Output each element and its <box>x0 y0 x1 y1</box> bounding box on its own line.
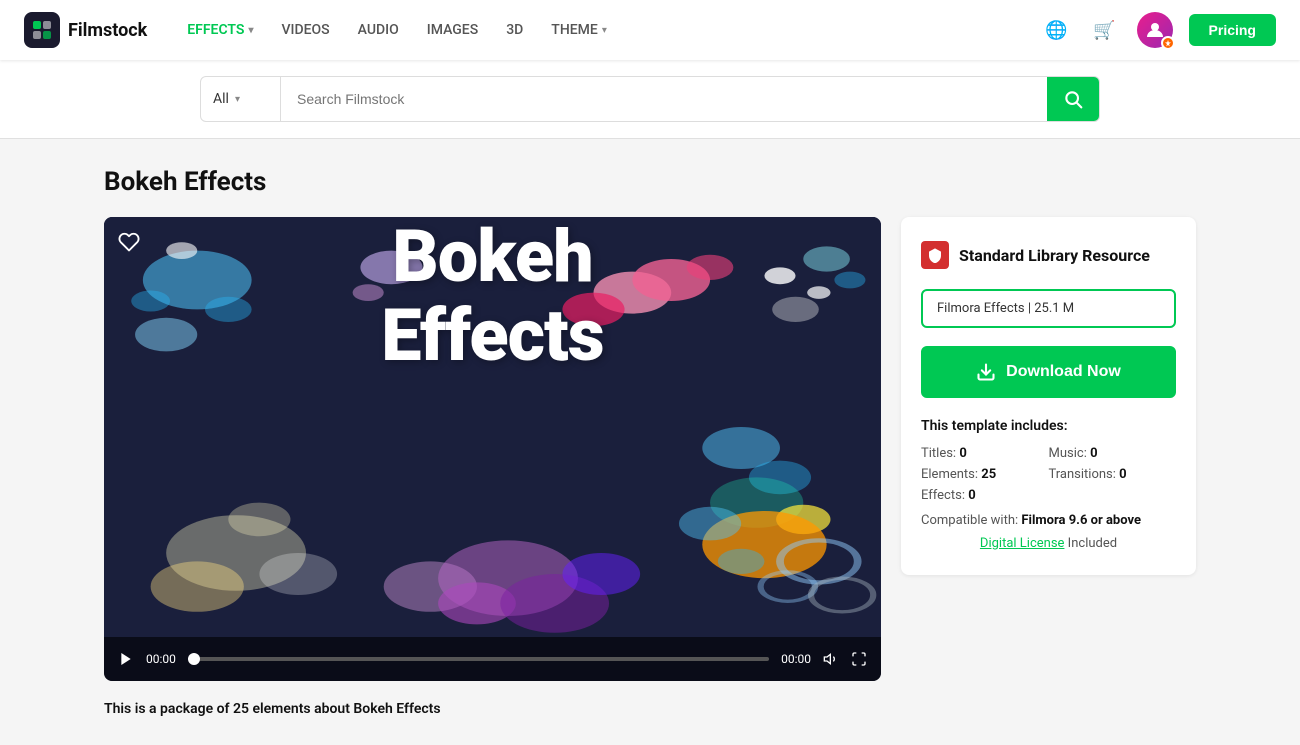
avatar[interactable] <box>1137 12 1173 48</box>
download-icon <box>976 362 996 382</box>
nav-theme[interactable]: THEME ▾ <box>539 14 619 46</box>
main-nav: EFFECTS ▾ VIDEOS AUDIO IMAGES 3D THEME ▾ <box>175 14 1040 46</box>
license-row: Digital License Included <box>921 536 1176 551</box>
play-button[interactable] <box>118 651 134 667</box>
logo-text: Filmstock <box>68 20 147 41</box>
video-controls: 00:00 00:00 <box>104 637 881 681</box>
volume-button[interactable] <box>823 651 839 667</box>
transitions-label: Transitions: 0 <box>1049 467 1177 482</box>
music-label: Music: 0 <box>1049 446 1177 461</box>
video-container: Bokeh Effects 00:00 00:00 <box>104 217 881 681</box>
filter-chevron-icon: ▾ <box>235 94 240 105</box>
video-area[interactable]: Bokeh Effects <box>104 217 881 637</box>
search-button[interactable] <box>1047 77 1099 121</box>
fullscreen-button[interactable] <box>851 651 867 667</box>
theme-chevron-icon: ▾ <box>602 25 607 36</box>
page-description: This is a package of 25 elements about B… <box>104 701 1196 717</box>
search-section: All ▾ <box>0 60 1300 139</box>
meta-grid: Titles: 0 Music: 0 Elements: 25 Transiti… <box>921 446 1176 503</box>
resource-label: Standard Library Resource <box>959 246 1150 265</box>
license-link[interactable]: Digital License <box>980 536 1065 551</box>
search-filter-dropdown[interactable]: All ▾ <box>201 77 281 121</box>
shield-icon <box>921 241 949 269</box>
video-title-text: Bokeh Effects <box>104 217 881 375</box>
time-current: 00:00 <box>146 652 176 666</box>
page-title: Bokeh Effects <box>104 167 1196 197</box>
main-content: Bokeh Effects <box>0 139 1300 745</box>
nav-videos[interactable]: VIDEOS <box>269 14 341 46</box>
template-includes-label: This template includes: <box>921 418 1176 434</box>
cart-icon[interactable]: 🛒 <box>1089 14 1121 46</box>
search-bar: All ▾ <box>200 76 1100 122</box>
elements-label: Elements: 25 <box>921 467 1049 482</box>
effects-label: Effects: 0 <box>921 488 1049 503</box>
logo-icon <box>24 12 60 48</box>
nav-audio[interactable]: AUDIO <box>346 14 411 46</box>
avatar-badge <box>1161 36 1175 50</box>
sidebar: Standard Library Resource Filmora Effect… <box>901 217 1196 575</box>
content-layout: Bokeh Effects 00:00 00:00 <box>104 217 1196 681</box>
progress-thumb <box>188 653 200 665</box>
effects-chevron-icon: ▾ <box>248 25 253 36</box>
resource-badge: Standard Library Resource <box>921 241 1176 269</box>
file-info-box: Filmora Effects | 25.1 M <box>921 289 1176 328</box>
header-right: 🌐 🛒 Pricing <box>1041 12 1276 48</box>
progress-bar[interactable] <box>188 657 769 661</box>
search-icon <box>1063 89 1083 109</box>
nav-3d[interactable]: 3D <box>494 14 535 46</box>
nav-images[interactable]: IMAGES <box>415 14 490 46</box>
nav-effects[interactable]: EFFECTS ▾ <box>175 14 265 46</box>
logo[interactable]: Filmstock <box>24 12 147 48</box>
bokeh-title: Bokeh Effects <box>104 217 881 375</box>
time-total: 00:00 <box>781 652 811 666</box>
download-button[interactable]: Download Now <box>921 346 1176 398</box>
heart-icon[interactable] <box>118 231 140 258</box>
pricing-button[interactable]: Pricing <box>1189 14 1276 46</box>
titles-label: Titles: 0 <box>921 446 1049 461</box>
header: Filmstock EFFECTS ▾ VIDEOS AUDIO IMAGES … <box>0 0 1300 60</box>
globe-icon[interactable]: 🌐 <box>1041 14 1073 46</box>
compatible-row: Compatible with: Filmora 9.6 or above <box>921 513 1176 528</box>
search-input[interactable] <box>281 77 1047 121</box>
